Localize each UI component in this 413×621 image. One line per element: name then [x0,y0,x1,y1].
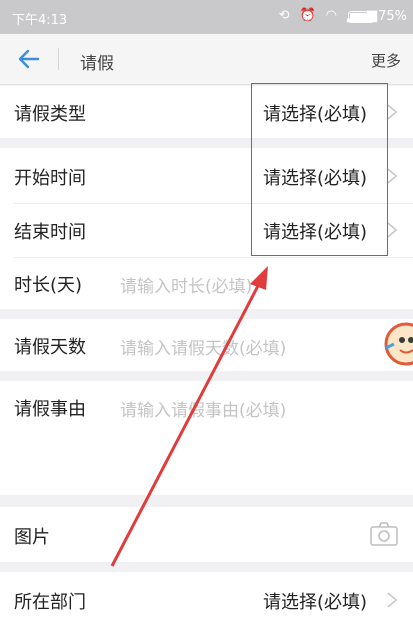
floating-sticker-icon[interactable] [380,318,413,368]
duration-input[interactable]: 请输入时长(必填) [120,272,252,297]
app-header: 请假 更多 [0,34,413,85]
chevron-right-icon [387,592,398,608]
header-divider [58,48,59,70]
picture-label: 图片 [14,527,50,548]
alarm-icon: ⏰ [299,8,316,23]
department-value[interactable]: 请选择(必填) [263,588,367,614]
reason-label: 请假事由 [14,399,86,420]
camera-icon[interactable] [369,521,399,547]
annotation-highlight-box [251,83,388,256]
more-button[interactable]: 更多 [371,50,401,71]
duration-row: 时长(天) 请输入时长(必填) [0,257,413,309]
leave-days-label: 请假天数 [14,337,86,358]
row-divider [14,257,413,258]
leave-days-input[interactable]: 请输入请假天数(必填) [120,334,286,359]
reason-input[interactable]: 请输入请假事由(必填) [120,396,286,421]
end-time-label: 结束时间 [14,222,86,243]
department-label: 所在部门 [14,592,86,613]
department-row[interactable]: 所在部门 请选择(必填) [0,572,413,621]
back-arrow-icon[interactable] [16,46,42,72]
leave-type-label: 请假类型 [14,104,86,125]
page-title: 请假 [80,54,114,74]
start-time-label: 开始时间 [14,168,86,189]
picture-row: 图片 [0,507,413,562]
reason-row: 请假事由 请输入请假事由(必填) [0,381,413,495]
status-time: 下午4:13 [12,13,68,28]
duration-label: 时长(天) [14,275,83,296]
rotate-icon: ⟲ [278,8,290,23]
battery-icon [348,10,375,23]
battery-level: 75% [378,9,407,24]
status-bar: 下午4:13 ⟲ ⏰ ◠ ▂▄▆ 75% [0,0,413,34]
battery-indicator: 75% [348,9,407,24]
wifi-icon: ◠ [325,8,337,23]
leave-days-row: 请假天数 请输入请假天数(必填) [0,319,413,371]
